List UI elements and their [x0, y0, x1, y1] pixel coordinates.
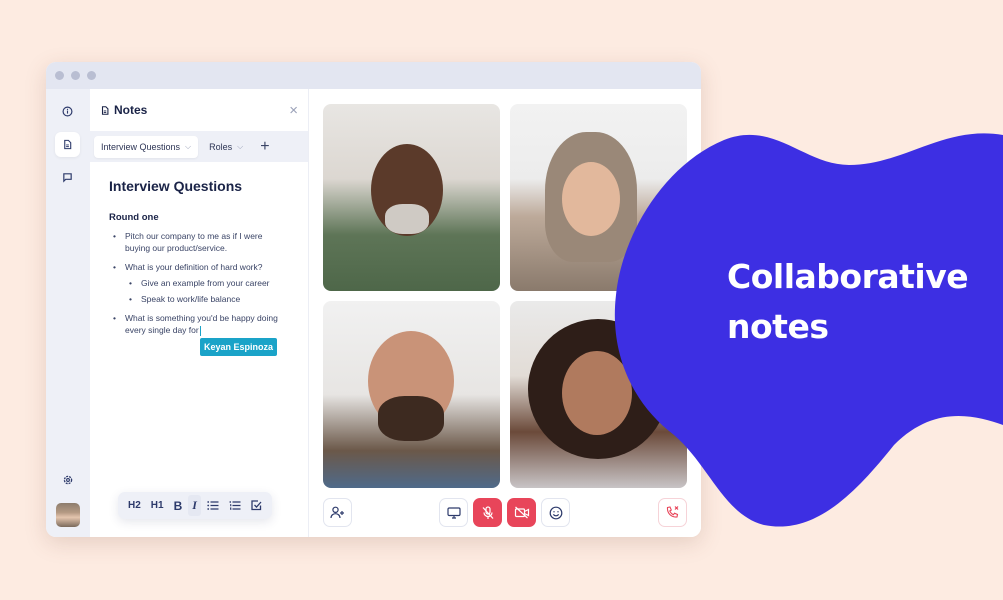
tab-interview-questions[interactable]: Interview Questions ⌵ [94, 135, 199, 158]
format-toolbar: H2 H1 B I [118, 492, 272, 519]
add-user-icon [330, 506, 344, 519]
tab-roles[interactable]: Roles ⌵ [202, 136, 250, 158]
camera-off-button[interactable] [507, 498, 536, 527]
close-notes-button[interactable]: × [289, 102, 298, 119]
collaborator-cursor-label: Keyan Espinoza [200, 338, 278, 356]
participant-beard [378, 396, 444, 441]
mute-microphone-button[interactable] [473, 498, 502, 527]
italic-button[interactable]: I [188, 495, 201, 516]
participant-beard [385, 204, 429, 234]
camera-off-icon [514, 506, 529, 519]
sub-list-item: Give an example from your career [125, 277, 289, 289]
add-tab-button[interactable]: + [254, 138, 275, 156]
heading1-button[interactable]: H1 [147, 497, 168, 514]
list-item-text: What is your definition of hard work? [125, 262, 263, 272]
user-avatar[interactable] [56, 503, 80, 527]
question-list: Pitch our company to me as if I were buy… [109, 230, 289, 356]
list-item-text: What is something you'd be happy doing e… [125, 313, 278, 335]
list-item: What is your definition of hard work? Gi… [109, 261, 289, 305]
tab-label: Interview Questions [101, 141, 181, 152]
notes-header: Notes × [90, 89, 308, 131]
add-participant-button[interactable] [323, 498, 352, 527]
rail-chat-button[interactable] [55, 165, 80, 190]
section-heading: Round one [109, 212, 159, 223]
chevron-down-icon[interactable]: ⌵ [185, 142, 191, 152]
side-rail [46, 89, 90, 537]
monitor-icon [446, 506, 461, 519]
sub-list: Give an example from your career Speak t… [125, 277, 289, 305]
list-item: What is something you'd be happy doing e… [109, 312, 289, 356]
document-icon [101, 105, 109, 115]
list-item: Pitch our company to me as if I were buy… [109, 230, 289, 254]
document-icon [64, 139, 72, 150]
text-caret [199, 325, 201, 336]
heading2-button[interactable]: H2 [124, 497, 145, 514]
rail-notes-button[interactable] [55, 132, 80, 157]
window-dot-minimize[interactable] [71, 71, 80, 80]
window-dot-maximize[interactable] [87, 71, 96, 80]
bullet-list-icon [207, 501, 219, 510]
checkbox-icon [251, 500, 262, 511]
hero-line-2: notes [727, 307, 829, 346]
gear-icon [63, 475, 72, 484]
info-icon [62, 106, 73, 117]
participant-face [562, 162, 620, 236]
sub-list-item: Speak to work/life balance [125, 293, 289, 305]
chat-icon [63, 173, 72, 183]
hero-line-1: Collaborative [727, 257, 969, 296]
document-heading: Interview Questions [109, 178, 243, 194]
microphone-off-icon [482, 505, 493, 519]
rail-info-button[interactable] [55, 99, 80, 124]
hero-headline: Collaborative notes [727, 252, 969, 352]
participant-video-tile[interactable] [323, 301, 500, 488]
chevron-down-icon[interactable]: ⌵ [237, 142, 243, 152]
screen-share-button[interactable] [439, 498, 468, 527]
window-dot-close[interactable] [55, 71, 64, 80]
notes-panel: Notes × Interview Questions ⌵ Roles ⌵ + … [90, 89, 309, 537]
numbered-list-icon [229, 501, 241, 510]
bold-button[interactable]: B [170, 496, 187, 516]
title-bar [46, 62, 701, 89]
emoji-icon [549, 506, 562, 519]
notes-tabs: Interview Questions ⌵ Roles ⌵ + [90, 131, 308, 162]
settings-button[interactable] [55, 467, 80, 492]
bullet-list-button[interactable] [203, 497, 223, 514]
checkbox-button[interactable] [247, 497, 266, 514]
app-window: Notes × Interview Questions ⌵ Roles ⌵ + … [46, 62, 701, 537]
note-document[interactable]: Interview Questions Round one Pitch our … [90, 162, 308, 379]
numbered-list-button[interactable] [225, 497, 245, 514]
participant-video-tile[interactable] [323, 104, 500, 291]
tab-label: Roles [209, 141, 233, 152]
notes-title: Notes [114, 103, 148, 117]
reactions-button[interactable] [541, 498, 570, 527]
